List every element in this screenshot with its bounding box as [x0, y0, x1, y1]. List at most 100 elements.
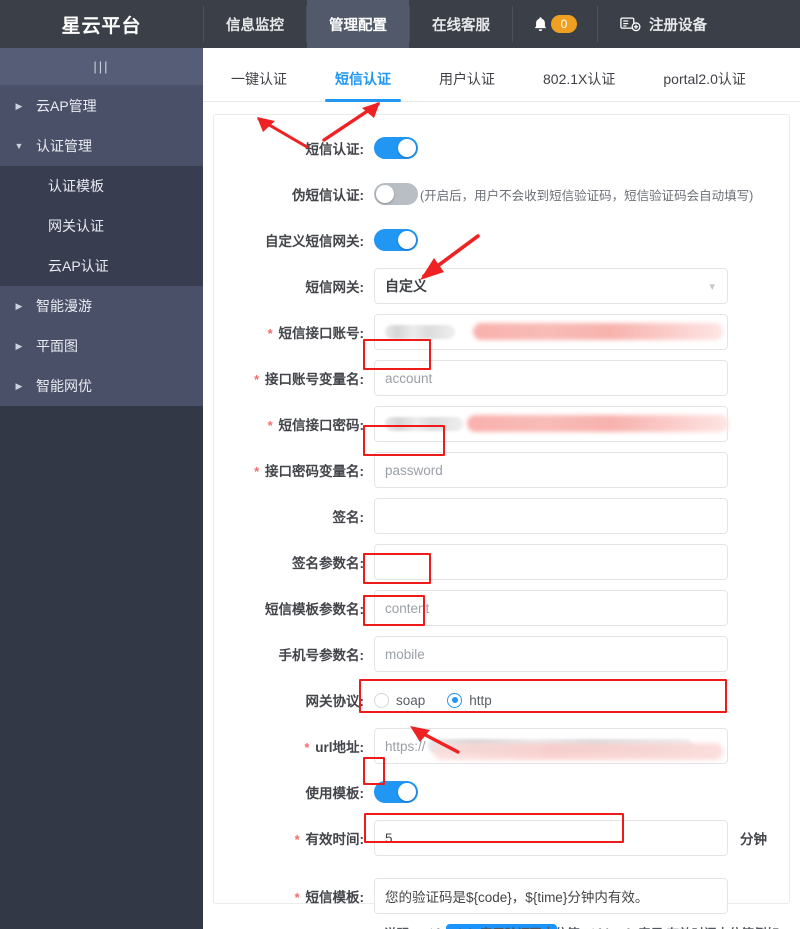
select-sms-gateway[interactable]: 自定义 ▾ — [374, 268, 728, 304]
bell-icon — [533, 16, 548, 33]
radio-label: http — [469, 693, 492, 708]
tab-onekey-auth[interactable]: 一键认证 — [225, 69, 293, 101]
sidebar-item-auth-management[interactable]: ▼ 认证管理 — [0, 126, 203, 166]
chevron-right-icon: ▶ — [12, 341, 26, 352]
toggle-fake-sms-auth[interactable] — [374, 183, 418, 205]
label-text: 自定义短信网关 — [265, 234, 360, 249]
sidebar-subitem-label: 网关认证 — [48, 216, 104, 236]
tab-portal20-auth[interactable]: portal2.0认证 — [657, 69, 751, 101]
label-api-password: * 短信接口密码: — [214, 414, 374, 434]
input-mobile-param[interactable]: mobile — [374, 636, 728, 672]
sidebar-item-label: 智能漫游 — [36, 296, 92, 316]
content-area: 一键认证 短信认证 用户认证 802.1X认证 portal2.0认证 短信认证… — [203, 48, 800, 929]
sms-auth-form: 短信认证: 伪短信认证: (开启后，用户不会收到短信验证码，短信验证码会自动填写… — [214, 115, 789, 929]
nav-item-support[interactable]: 在线客服 — [410, 0, 512, 48]
label-use-template: 使用模板: — [214, 782, 374, 802]
label-password-var: * 接口密码变量名: — [214, 460, 374, 480]
sidebar-item-smart-roaming[interactable]: ▶ 智能漫游 — [0, 286, 203, 326]
tab-8021x-auth[interactable]: 802.1X认证 — [537, 69, 621, 101]
input-sms-template[interactable]: 您的验证码是${code}，${time}分钟内有效。 — [374, 878, 728, 914]
input-password-var[interactable]: password — [374, 452, 728, 488]
sidebar-collapse-toggle[interactable]: ||| — [0, 48, 203, 86]
label-text: 短信接口密码 — [279, 418, 360, 433]
label-url: * url地址: — [214, 736, 374, 756]
radio-protocol-http[interactable]: http — [447, 693, 492, 708]
label-template-param: 短信模板参数名: — [214, 598, 374, 618]
label-text: 接口密码变量名 — [265, 464, 360, 479]
input-url[interactable]: https:// — [374, 728, 728, 764]
required-marker: * — [304, 740, 309, 755]
sidebar-item-label: 智能网优 — [36, 376, 92, 396]
sidebar-item-cloud-ap-auth[interactable]: 云AP认证 — [0, 246, 203, 286]
label-signature: 签名: — [214, 506, 374, 526]
input-api-account[interactable] — [374, 314, 728, 350]
template-param-value: content — [385, 601, 429, 616]
label-text: 签名参数名 — [292, 556, 360, 571]
input-api-password[interactable] — [374, 406, 728, 442]
label-valid-time: * 有效时间: — [214, 828, 374, 848]
sidebar-subitem-label: 认证模板 — [48, 176, 104, 196]
sidebar-item-floor-plan[interactable]: ▶ 平面图 — [0, 326, 203, 366]
input-template-param[interactable]: content — [374, 590, 728, 626]
sidebar: ||| ▶ 云AP管理 ▼ 认证管理 认证模板 网关认证 云AP认证 — [0, 48, 203, 929]
label-fake-sms-auth: 伪短信认证: — [214, 184, 374, 204]
nav-item-monitor[interactable]: 信息监控 — [204, 0, 306, 48]
redaction-overlay — [467, 415, 729, 432]
form-row-password-var: * 接口密码变量名: password — [214, 451, 789, 489]
redacted-value — [385, 417, 463, 431]
label-text: 短信接口账号 — [279, 326, 360, 341]
sidebar-submenu-auth: 认证模板 网关认证 云AP认证 — [0, 166, 203, 286]
redacted-value — [428, 739, 693, 753]
label-text: 使用模板 — [306, 786, 360, 801]
label-mobile-param: 手机号参数名: — [214, 644, 374, 664]
toggle-knob — [398, 231, 416, 249]
input-valid-time[interactable]: 5 — [374, 820, 728, 856]
url-value: https:// — [385, 739, 426, 754]
register-device-button[interactable]: 注册设备 — [598, 0, 729, 48]
input-signature[interactable] — [374, 498, 728, 534]
form-row-mobile-param: 手机号参数名: mobile — [214, 635, 789, 673]
toggle-sms-auth[interactable] — [374, 137, 418, 159]
sidebar-subitem-label: 云AP认证 — [48, 256, 109, 276]
label-text: 短信模板 — [306, 890, 360, 905]
sidebar-item-label: 平面图 — [36, 336, 78, 356]
notifications-button[interactable]: 0 — [513, 0, 597, 48]
sidebar-item-network-optimization[interactable]: ▶ 智能网优 — [0, 366, 203, 406]
tab-sms-auth[interactable]: 短信认证 — [329, 69, 397, 101]
tab-user-auth[interactable]: 用户认证 — [433, 69, 501, 101]
sms-template-value: 您的验证码是${code}，${time}分钟内有效。 — [385, 886, 648, 906]
toggle-use-template[interactable] — [374, 781, 418, 803]
sidebar-item-gateway-auth[interactable]: 网关认证 — [0, 206, 203, 246]
label-sms-gateway: 短信网关: — [214, 276, 374, 296]
label-text: 短信网关 — [306, 280, 360, 295]
required-marker: * — [268, 418, 273, 433]
form-row-protocol: 网关协议: soap http — [214, 681, 789, 719]
account-var-value: account — [385, 371, 432, 386]
label-protocol: 网关协议: — [214, 690, 374, 710]
radio-dot-selected — [447, 693, 462, 708]
chevron-down-icon: ▼ — [12, 141, 26, 151]
chevron-right-icon: ▶ — [12, 301, 26, 312]
required-marker: * — [295, 832, 300, 847]
redaction-overlay — [473, 323, 723, 340]
form-row-url: * url地址: https:// — [214, 727, 789, 765]
toggle-knob — [398, 783, 416, 801]
radio-protocol-soap[interactable]: soap — [374, 693, 425, 708]
toggle-knob — [376, 185, 394, 203]
label-sms-auth: 短信认证: — [214, 138, 374, 158]
input-account-var[interactable]: account — [374, 360, 728, 396]
sidebar-item-cloud-ap[interactable]: ▶ 云AP管理 — [0, 86, 203, 126]
valid-time-unit: 分钟 — [740, 828, 767, 848]
label-text: 短信认证 — [306, 142, 360, 157]
input-signature-param[interactable] — [374, 544, 728, 580]
sidebar-item-label: 认证管理 — [36, 136, 92, 156]
radio-dot — [374, 693, 389, 708]
sidebar-item-auth-template[interactable]: 认证模板 — [0, 166, 203, 206]
form-row-valid-time: * 有效时间: 5 分钟 — [214, 819, 789, 857]
nav-item-management[interactable]: 管理配置 — [307, 0, 409, 48]
form-row-template-param: 短信模板参数名: content — [214, 589, 789, 627]
toggle-custom-gateway[interactable] — [374, 229, 418, 251]
label-text: 手机号参数名 — [279, 648, 360, 663]
label-text: 短信模板参数名 — [265, 602, 360, 617]
label-signature-param: 签名参数名: — [214, 552, 374, 572]
